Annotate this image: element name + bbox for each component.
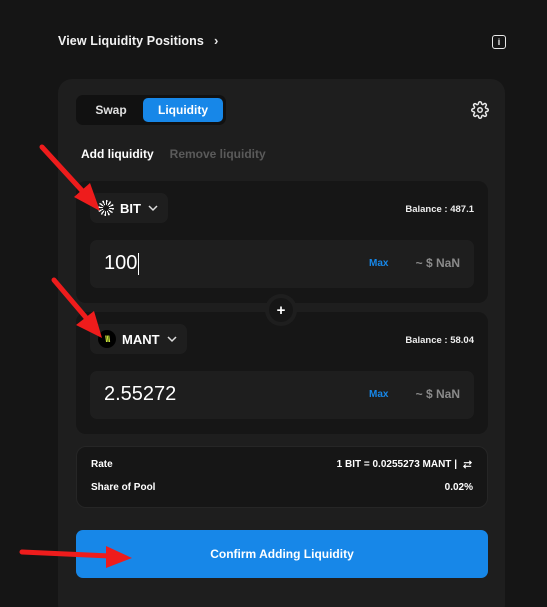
share-row: Share of Pool 0.02% (91, 482, 473, 493)
page: View Liquidity Positions › i Swap Liquid… (0, 0, 547, 607)
tab-remove-liquidity[interactable]: Remove liquidity (170, 147, 266, 161)
chevron-right-icon: › (213, 33, 219, 48)
chevron-down-icon (148, 205, 158, 212)
tab-swap[interactable]: Swap (79, 98, 143, 122)
swap-direction-icon[interactable] (462, 459, 473, 470)
chevron-down-icon (167, 336, 177, 343)
share-label: Share of Pool (91, 482, 156, 493)
token-a-max-button[interactable]: Max (369, 258, 388, 269)
plus-button[interactable]: + (265, 294, 297, 326)
red-arrow-annotation-1 (39, 144, 100, 211)
view-liquidity-positions-label: View Liquidity Positions (58, 33, 204, 48)
rate-label: Rate (91, 459, 113, 470)
settings-gear-icon[interactable] (471, 101, 489, 119)
share-value: 0.02% (444, 482, 473, 493)
plus-icon: + (269, 298, 293, 322)
rate-value: 1 BIT = 0.0255273 MANT | (336, 459, 457, 470)
token-b-panel: \\\ MANT Balance : 58.04 2.55272 Max ~ $… (76, 312, 488, 434)
view-liquidity-positions-link[interactable]: View Liquidity Positions › (58, 33, 218, 48)
token-a-symbol: BIT (120, 200, 141, 216)
tab-liquidity[interactable]: Liquidity (143, 98, 223, 122)
rate-value-group: 1 BIT = 0.0255273 MANT | (337, 459, 473, 470)
token-a-amount-input[interactable]: 100 (104, 252, 304, 275)
token-b-balance: Balance : 58.04 (405, 335, 474, 346)
token-a-amount-box: 100 Max ~ $ NaN (90, 240, 474, 288)
token-a-usd-value: ~ $ NaN (415, 256, 460, 270)
red-arrow-annotation-3 (19, 546, 132, 568)
token-b-symbol: MANT (122, 331, 160, 347)
token-b-amount-input[interactable]: 2.55272 (104, 383, 304, 406)
red-arrow-annotation-2 (51, 277, 102, 338)
liquidity-card: Swap Liquidity Add liquidity Remove liqu… (58, 79, 505, 607)
token-a-balance: Balance : 487.1 (405, 204, 474, 215)
mode-toggle: Swap Liquidity (76, 95, 226, 125)
token-b-amount-box: 2.55272 Max ~ $ NaN (90, 371, 474, 419)
text-cursor (138, 253, 139, 275)
rate-row: Rate 1 BIT = 0.0255273 MANT | (91, 459, 473, 470)
info-icon[interactable]: i (492, 35, 506, 49)
token-a-panel: BIT Balance : 487.1 100 Max ~ $ NaN (76, 181, 488, 303)
token-b-max-button[interactable]: Max (369, 389, 388, 400)
token-b-usd-value: ~ $ NaN (415, 387, 460, 401)
pool-info-panel: Rate 1 BIT = 0.0255273 MANT | Share of P… (76, 446, 488, 508)
